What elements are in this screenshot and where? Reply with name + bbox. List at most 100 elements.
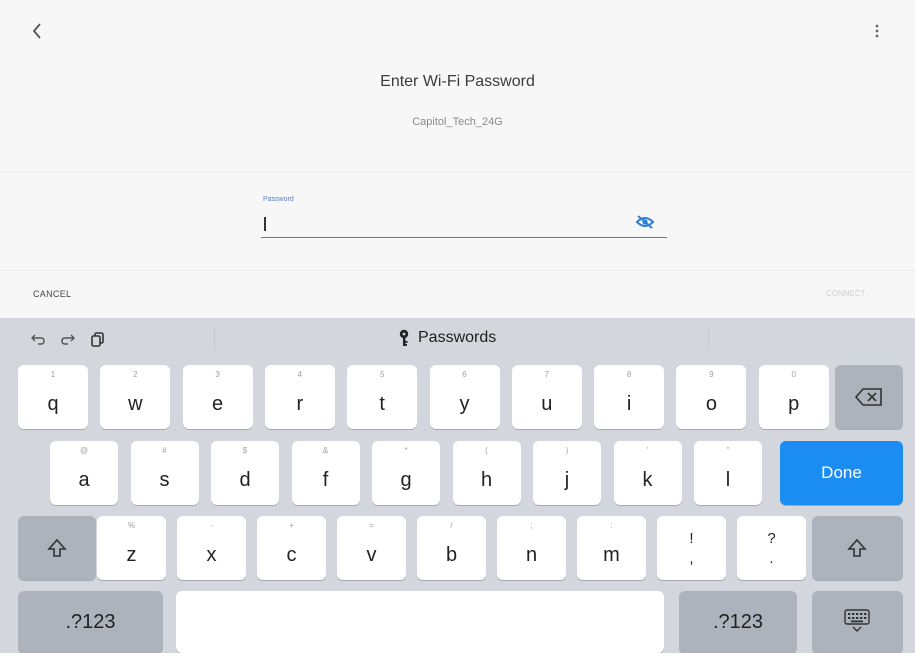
key-e[interactable]: 3e (182, 365, 253, 429)
key-label: e (212, 393, 224, 415)
key-label: x (206, 544, 217, 566)
key-hint: 0 (791, 370, 796, 379)
paste-icon[interactable] (90, 331, 106, 347)
key-hint: 6 (462, 370, 467, 379)
key-label: Done (821, 463, 862, 482)
shift-key-right[interactable] (812, 516, 903, 580)
key-hint: % (127, 521, 136, 530)
key-hint: " (726, 446, 730, 455)
numbers-key-left[interactable]: .?123 (18, 591, 163, 653)
key-exclaim-comma[interactable]: !, (657, 516, 726, 580)
key-hint: + (289, 521, 294, 530)
key-label: . (769, 550, 774, 567)
key-label: j (564, 469, 570, 491)
key-hint: ) (565, 446, 569, 455)
key-hint: & (322, 446, 329, 455)
key-hint: @ (79, 446, 89, 455)
undo-icon[interactable] (30, 331, 46, 347)
shift-icon (47, 538, 67, 557)
key-n[interactable]: ; n (497, 516, 566, 580)
key-y[interactable]: 6y (429, 365, 500, 429)
edit-toolbar (30, 331, 106, 347)
key-x[interactable]: -x (177, 516, 246, 580)
key-hint: 5 (379, 370, 385, 379)
key-i[interactable]: 8i (594, 365, 665, 429)
key-k[interactable]: ' k (613, 441, 682, 505)
key-hint: ' (646, 446, 649, 455)
key-label: ? (767, 530, 776, 547)
key-hint: 3 (215, 370, 220, 379)
eye-icon[interactable] (635, 213, 655, 231)
done-button[interactable]: Done (780, 441, 903, 505)
more-vert-icon[interactable] (870, 22, 884, 42)
key-w[interactable]: 2w (100, 365, 171, 429)
backspace-key[interactable] (835, 365, 903, 429)
key-hint: 1 (50, 370, 56, 379)
key-f[interactable]: & f (291, 441, 360, 505)
redo-icon[interactable] (60, 331, 76, 347)
key-label: ! (689, 530, 694, 547)
key-label: h (480, 469, 493, 491)
key-o[interactable]: 9o (676, 365, 747, 429)
key-label: r (296, 393, 304, 415)
hide-keyboard-key[interactable] (812, 591, 903, 653)
key-q[interactable]: 1q (18, 365, 88, 429)
key-s[interactable]: # s (130, 441, 199, 505)
key-label: s (159, 469, 170, 491)
key-hint: ; (530, 521, 533, 530)
key-hint: = (369, 521, 374, 530)
key-hint: - (210, 521, 213, 530)
password-input[interactable] (261, 208, 667, 238)
page-title: Enter Wi-Fi Password (380, 73, 535, 90)
key-l[interactable]: " l (694, 441, 762, 505)
connect-button[interactable]: CONNECT (826, 289, 866, 298)
cancel-button[interactable]: CANCEL (33, 289, 71, 299)
key-m[interactable]: :m (577, 516, 646, 580)
key-label: m (603, 544, 620, 566)
key-v[interactable]: = v (337, 516, 406, 580)
key-label: w (128, 393, 143, 415)
shift-icon (847, 538, 867, 557)
back-chevron-icon[interactable] (28, 20, 48, 42)
key-question-period[interactable]: ?. (737, 516, 806, 580)
key-hint: ( (485, 446, 488, 455)
key-label: y (459, 393, 470, 415)
password-label: Password (263, 196, 294, 203)
key-h[interactable]: (h (452, 441, 521, 505)
key-a[interactable]: @ a (50, 441, 118, 505)
key-label: k (642, 469, 653, 491)
key-label: , (689, 550, 694, 567)
key-r[interactable]: 4r (264, 365, 335, 429)
passwords-suggestion-label: Passwords (418, 329, 497, 346)
numbers-key-right[interactable]: .?123 (679, 591, 797, 653)
key-g[interactable]: * g (372, 441, 440, 505)
key-t[interactable]: 5t (347, 365, 418, 429)
suggestion-divider (214, 328, 215, 350)
key-hint: 8 (626, 370, 632, 379)
key-label: i (626, 393, 632, 415)
key-z[interactable]: % z (97, 516, 166, 580)
key-j[interactable]: ) j (533, 441, 601, 505)
key-label: .?123 (65, 611, 116, 633)
network-name: Capitol_Tech_24G (412, 116, 503, 128)
wifi-password-dialog: Enter Wi-Fi Password Capitol_Tech_24G Pa… (0, 0, 915, 318)
key-hint: 2 (133, 370, 138, 379)
on-screen-keyboard: Passwords 1 q 2 w 3 e 4 r 5 t 6 y 7 u 8 i 9 o 0 p @ a # s $ d & f * g… (0, 318, 915, 653)
key-p[interactable]: 0p (758, 365, 829, 429)
key-label: c (286, 544, 297, 566)
shift-key-left[interactable] (18, 516, 96, 580)
key-label: n (525, 544, 538, 566)
key-hint: / (450, 521, 453, 530)
key-label: a (78, 469, 90, 491)
key-u[interactable]: 7u (511, 365, 582, 429)
passwords-suggestion[interactable]: Passwords (398, 329, 496, 347)
key-label: v (366, 544, 377, 566)
key-b[interactable]: / b (417, 516, 486, 580)
key-d[interactable]: $ d (211, 441, 279, 505)
key-label: f (322, 469, 329, 491)
key-label: z (126, 544, 137, 566)
key-label: t (379, 393, 385, 415)
key-c[interactable]: + c (257, 516, 326, 580)
key-icon (399, 329, 409, 346)
space-bar[interactable] (176, 591, 664, 653)
